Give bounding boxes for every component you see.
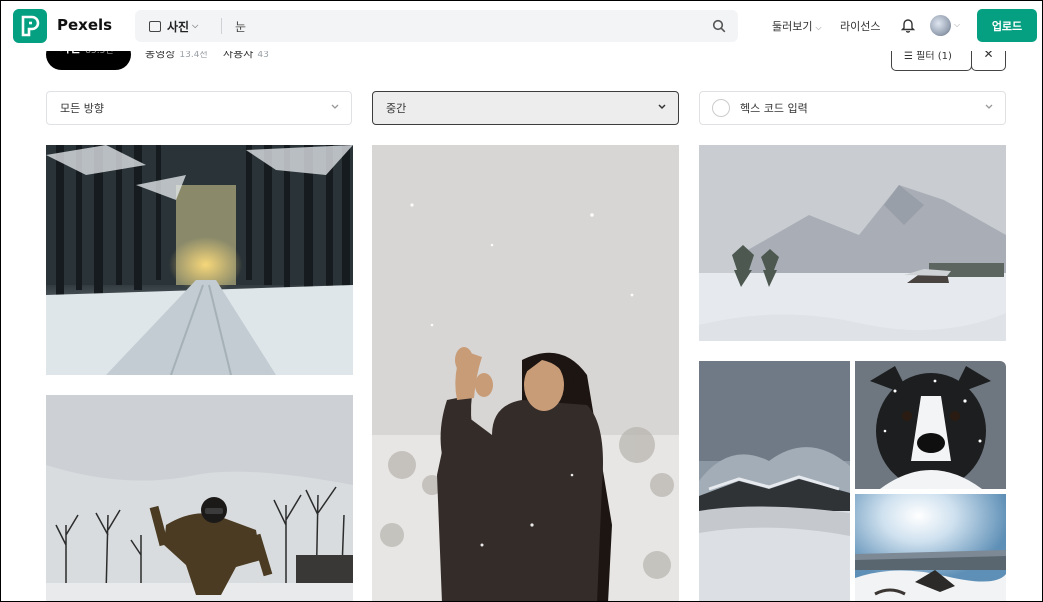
search-divider [221, 18, 222, 34]
chevron-down-icon: ⌵ [192, 21, 199, 30]
size-label: 중간 [386, 102, 407, 115]
top-navbar: Pexels 사진 ⌵ 둘러보기⌵ 라이선스 ⌵ 업로드 [1, 1, 1042, 51]
search-bar[interactable]: 사진 ⌵ [135, 10, 738, 42]
snowboarder-photo[interactable] [46, 395, 353, 601]
filter-button-label: 필터 (1) [916, 51, 952, 62]
avatar[interactable] [930, 15, 951, 36]
color-label: 헥스 코드 입력 [740, 102, 808, 115]
nav-license[interactable]: 라이선스 [840, 18, 880, 34]
color-swatch-icon [712, 99, 730, 117]
browser-frame: Pexels 사진 ⌵ 둘러보기⌵ 라이선스 ⌵ 업로드 사진85.5천 동 [0, 0, 1043, 602]
chevron-down-icon [983, 100, 995, 115]
misty-mountain-photo[interactable] [699, 361, 850, 601]
search-type-dropdown[interactable]: 사진 ⌵ [149, 10, 198, 42]
upload-button[interactable]: 업로드 [977, 9, 1037, 42]
search-type-label: 사진 [167, 19, 190, 34]
orientation-dropdown[interactable]: 모든 방향 [46, 91, 352, 125]
bell-icon[interactable] [900, 17, 916, 37]
orientation-label: 모든 방향 [60, 102, 104, 115]
sunny-snow-field-photo[interactable] [855, 494, 1006, 601]
pexels-logo-icon[interactable] [13, 9, 47, 43]
filter-icon: ☰ [904, 51, 913, 62]
snowy-mountain-cabin-photo[interactable] [699, 145, 1006, 341]
color-dropdown[interactable]: 헥스 코드 입력 [699, 91, 1006, 125]
chevron-down-icon [329, 100, 341, 115]
chevron-down-icon [656, 100, 668, 115]
nav-explore-label: 둘러보기 [772, 20, 813, 33]
chevron-down-icon[interactable]: ⌵ [954, 20, 960, 30]
nav-explore[interactable]: 둘러보기 ⌵ [772, 18, 822, 34]
border-collie-snow-photo[interactable] [855, 361, 1006, 489]
chevron-down-icon: ⌵ [815, 23, 822, 32]
woman-in-snow-photo[interactable] [372, 145, 679, 601]
brand-name[interactable]: Pexels [57, 16, 112, 34]
tab-videos-count: 13.4천 [179, 50, 208, 60]
tab-users-count: 43 [257, 50, 269, 60]
search-icon[interactable] [712, 18, 726, 37]
image-icon [149, 20, 161, 32]
snowy-forest-road-photo[interactable] [46, 145, 353, 375]
size-dropdown[interactable]: 중간 [372, 91, 679, 125]
search-input[interactable] [235, 16, 695, 36]
